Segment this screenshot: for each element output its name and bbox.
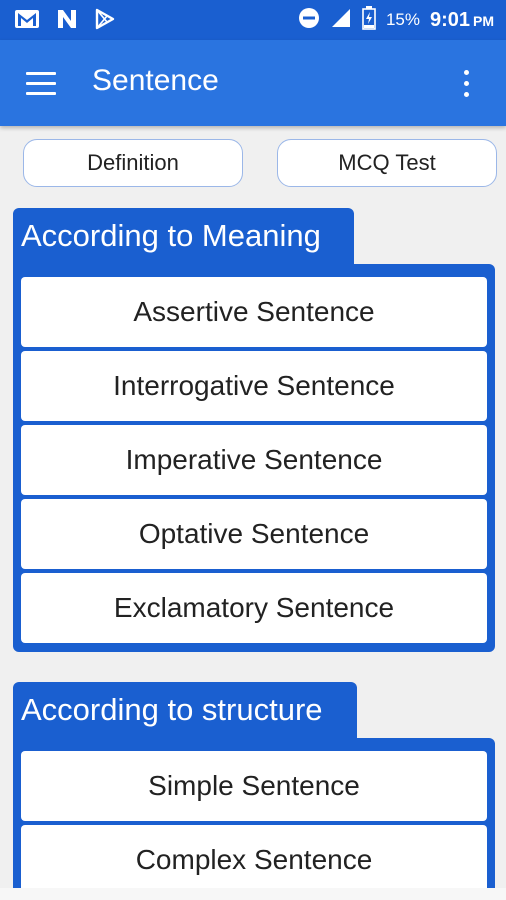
battery-percent: 15% [385, 10, 420, 29]
system-icons: 15% 9:01 PM [298, 5, 494, 35]
list-item-exclamatory[interactable]: Exclamatory Sentence [21, 573, 487, 643]
n-app-icon [56, 8, 78, 35]
notification-icons [14, 8, 116, 35]
play-store-icon [94, 8, 116, 35]
hamburger-menu-icon[interactable] [20, 67, 60, 101]
list-item-imperative[interactable]: Imperative Sentence [21, 425, 487, 495]
mcq-test-button[interactable]: MCQ Test [277, 139, 497, 187]
battery-icon [362, 5, 376, 35]
more-vert-icon[interactable] [448, 66, 484, 102]
status-bar: 15% 9:01 PM [0, 0, 506, 40]
clock-time: 9:01 [429, 8, 470, 31]
definition-button[interactable]: Definition [23, 139, 243, 187]
section-structure-title: According to structure [13, 682, 357, 738]
section-structure-panel: Simple Sentence Complex Sentence [13, 738, 495, 898]
list-item-complex[interactable]: Complex Sentence [21, 825, 487, 895]
list-item-assertive[interactable]: Assertive Sentence [21, 277, 487, 347]
list-item-simple[interactable]: Simple Sentence [21, 751, 487, 821]
screen-bottom-edge [0, 888, 506, 900]
gmail-icon [14, 8, 40, 35]
page-title: Sentence [92, 64, 219, 97]
section-meaning-panel: Assertive Sentence Interrogative Sentenc… [13, 264, 495, 652]
do-not-disturb-icon [298, 7, 320, 34]
list-item-interrogative[interactable]: Interrogative Sentence [21, 351, 487, 421]
app-bar: Sentence [0, 40, 506, 126]
signal-icon [330, 7, 352, 34]
list-item-optative[interactable]: Optative Sentence [21, 499, 487, 569]
clock-ampm: PM [473, 12, 494, 29]
clock: 9:01 PM [430, 9, 494, 32]
section-meaning-title: According to Meaning [13, 208, 354, 264]
